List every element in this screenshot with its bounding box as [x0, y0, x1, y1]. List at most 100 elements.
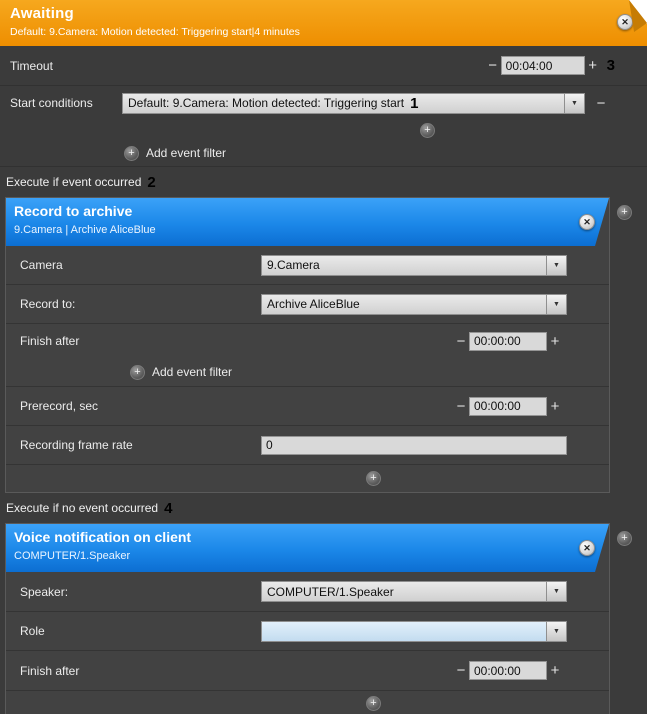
- plus-icon: +: [128, 148, 134, 159]
- voice-block-title: Voice notification on client: [14, 529, 599, 545]
- speaker-arrow-button[interactable]: ▼: [546, 581, 567, 602]
- add-event-filter-label[interactable]: Add event filter: [146, 146, 226, 160]
- plus-icon: +: [424, 125, 430, 136]
- voice-block-subtitle: COMPUTER/1.Speaker: [14, 550, 599, 562]
- finish-after-increase-button[interactable]: +: [547, 662, 563, 679]
- chevron-down-icon: ▼: [571, 100, 578, 107]
- record-to-label: Record to:: [20, 297, 261, 311]
- section-execute-if-event-label: Execute if event occurred: [6, 175, 141, 189]
- add-action-button[interactable]: +: [617, 531, 632, 546]
- role-row: Role ▼: [6, 612, 609, 651]
- timeout-decrease-button[interactable]: −: [485, 57, 501, 74]
- close-icon: ✕: [583, 217, 591, 228]
- start-conditions-arrow-button[interactable]: ▼: [564, 93, 585, 114]
- camera-text: 9.Camera: [267, 258, 320, 272]
- timeout-row: Timeout − + 3: [0, 46, 647, 86]
- add-action-button[interactable]: +: [617, 205, 632, 220]
- finish-after-label: Finish after: [20, 334, 453, 348]
- finish-after-label: Finish after: [20, 664, 453, 678]
- start-conditions-dropdown[interactable]: Default: 9.Camera: Motion detected: Trig…: [122, 93, 585, 114]
- frame-rate-input[interactable]: [261, 436, 567, 455]
- timeout-input[interactable]: [501, 56, 585, 75]
- prerecord-input[interactable]: [469, 397, 547, 416]
- record-block-wrapper: Record to archive 9.Camera | Archive Ali…: [5, 197, 610, 493]
- record-to-arrow-button[interactable]: ▼: [546, 294, 567, 315]
- role-value: [261, 621, 546, 642]
- add-event-filter-icon[interactable]: +: [124, 146, 139, 161]
- prerecord-decrease-button[interactable]: −: [453, 398, 469, 415]
- role-dropdown[interactable]: ▼: [261, 621, 567, 642]
- camera-row: Camera 9.Camera ▼: [6, 246, 609, 285]
- annotation-2: 2: [147, 174, 155, 191]
- frame-rate-row: Recording frame rate: [6, 426, 609, 465]
- add-event-filter-label[interactable]: Add event filter: [152, 365, 232, 379]
- finish-after-row: Finish after − +: [6, 324, 609, 358]
- speaker-text: COMPUTER/1.Speaker: [267, 585, 394, 599]
- record-to-dropdown[interactable]: Archive AliceBlue ▼: [261, 294, 567, 315]
- start-conditions-row: Start conditions Default: 9.Camera: Moti…: [0, 86, 647, 120]
- timeout-increase-button[interactable]: +: [585, 57, 601, 74]
- start-conditions-value: Default: 9.Camera: Motion detected: Trig…: [122, 93, 564, 114]
- chevron-down-icon: ▼: [553, 628, 560, 635]
- prerecord-stepper: − +: [453, 397, 563, 416]
- add-sub-action-button[interactable]: +: [366, 471, 381, 486]
- record-block-close-button[interactable]: ✕: [579, 214, 595, 230]
- speaker-row: Speaker: COMPUTER/1.Speaker ▼: [6, 572, 609, 612]
- finish-after-stepper: − +: [453, 332, 563, 351]
- start-conditions-text: Default: 9.Camera: Motion detected: Trig…: [128, 96, 404, 110]
- plus-icon: +: [621, 533, 627, 544]
- annotation-4: 4: [164, 500, 172, 517]
- record-block-add-row: +: [6, 465, 609, 492]
- speaker-value: COMPUTER/1.Speaker: [261, 581, 546, 602]
- section-execute-if-no-event: Execute if no event occurred 4: [0, 493, 647, 523]
- start-conditions-remove-button[interactable]: −: [593, 95, 609, 112]
- record-to-value: Archive AliceBlue: [261, 294, 546, 315]
- annotation-1: 1: [410, 95, 418, 112]
- speaker-label: Speaker:: [20, 585, 261, 599]
- timeout-label: Timeout: [10, 59, 485, 73]
- record-to-archive-block: Record to archive 9.Camera | Archive Ali…: [5, 197, 610, 493]
- plus-icon: +: [134, 367, 140, 378]
- finish-after-decrease-button[interactable]: −: [453, 662, 469, 679]
- voice-finish-after-input[interactable]: [469, 661, 547, 680]
- add-start-condition-row: +: [0, 120, 647, 140]
- panel-header: Awaiting Default: 9.Camera: Motion detec…: [0, 0, 647, 46]
- voice-finish-after-row: Finish after − +: [6, 651, 609, 691]
- add-start-condition-button[interactable]: +: [420, 123, 435, 138]
- plus-icon: +: [370, 473, 376, 484]
- chevron-down-icon: ▼: [553, 588, 560, 595]
- prerecord-increase-button[interactable]: +: [547, 398, 563, 415]
- camera-value: 9.Camera: [261, 255, 546, 276]
- finish-after-group: Finish after − + + Add event filter: [6, 324, 609, 387]
- panel-subtitle: Default: 9.Camera: Motion detected: Trig…: [10, 26, 637, 38]
- voice-block-wrapper: Voice notification on client COMPUTER/1.…: [5, 523, 610, 714]
- finish-after-decrease-button[interactable]: −: [453, 333, 469, 350]
- record-block-header: Record to archive 9.Camera | Archive Ali…: [6, 198, 609, 246]
- close-button[interactable]: ✕: [617, 14, 633, 30]
- prerecord-label: Prerecord, sec: [20, 399, 453, 413]
- voice-block-close-button[interactable]: ✕: [579, 540, 595, 556]
- finish-after-input[interactable]: [469, 332, 547, 351]
- frame-rate-label: Recording frame rate: [20, 438, 261, 452]
- chevron-down-icon: ▼: [553, 301, 560, 308]
- add-event-filter-row: + Add event filter: [0, 140, 647, 167]
- role-label: Role: [20, 624, 261, 638]
- camera-dropdown[interactable]: 9.Camera ▼: [261, 255, 567, 276]
- chevron-down-icon: ▼: [553, 262, 560, 269]
- prerecord-row: Prerecord, sec − +: [6, 387, 609, 426]
- add-event-filter-icon[interactable]: +: [130, 365, 145, 380]
- section-execute-if-no-event-label: Execute if no event occurred: [6, 501, 158, 515]
- voice-notification-block: Voice notification on client COMPUTER/1.…: [5, 523, 610, 714]
- plus-icon: +: [370, 698, 376, 709]
- record-block-title: Record to archive: [14, 203, 599, 219]
- close-icon: ✕: [583, 543, 591, 554]
- record-add-event-filter-row: + Add event filter: [6, 358, 609, 386]
- plus-icon: +: [621, 207, 627, 218]
- add-sub-action-button[interactable]: +: [366, 696, 381, 711]
- record-block-subtitle: 9.Camera | Archive AliceBlue: [14, 224, 599, 236]
- section-execute-if-event: Execute if event occurred 2: [0, 167, 647, 197]
- speaker-dropdown[interactable]: COMPUTER/1.Speaker ▼: [261, 581, 567, 602]
- role-arrow-button[interactable]: ▼: [546, 621, 567, 642]
- camera-arrow-button[interactable]: ▼: [546, 255, 567, 276]
- finish-after-increase-button[interactable]: +: [547, 333, 563, 350]
